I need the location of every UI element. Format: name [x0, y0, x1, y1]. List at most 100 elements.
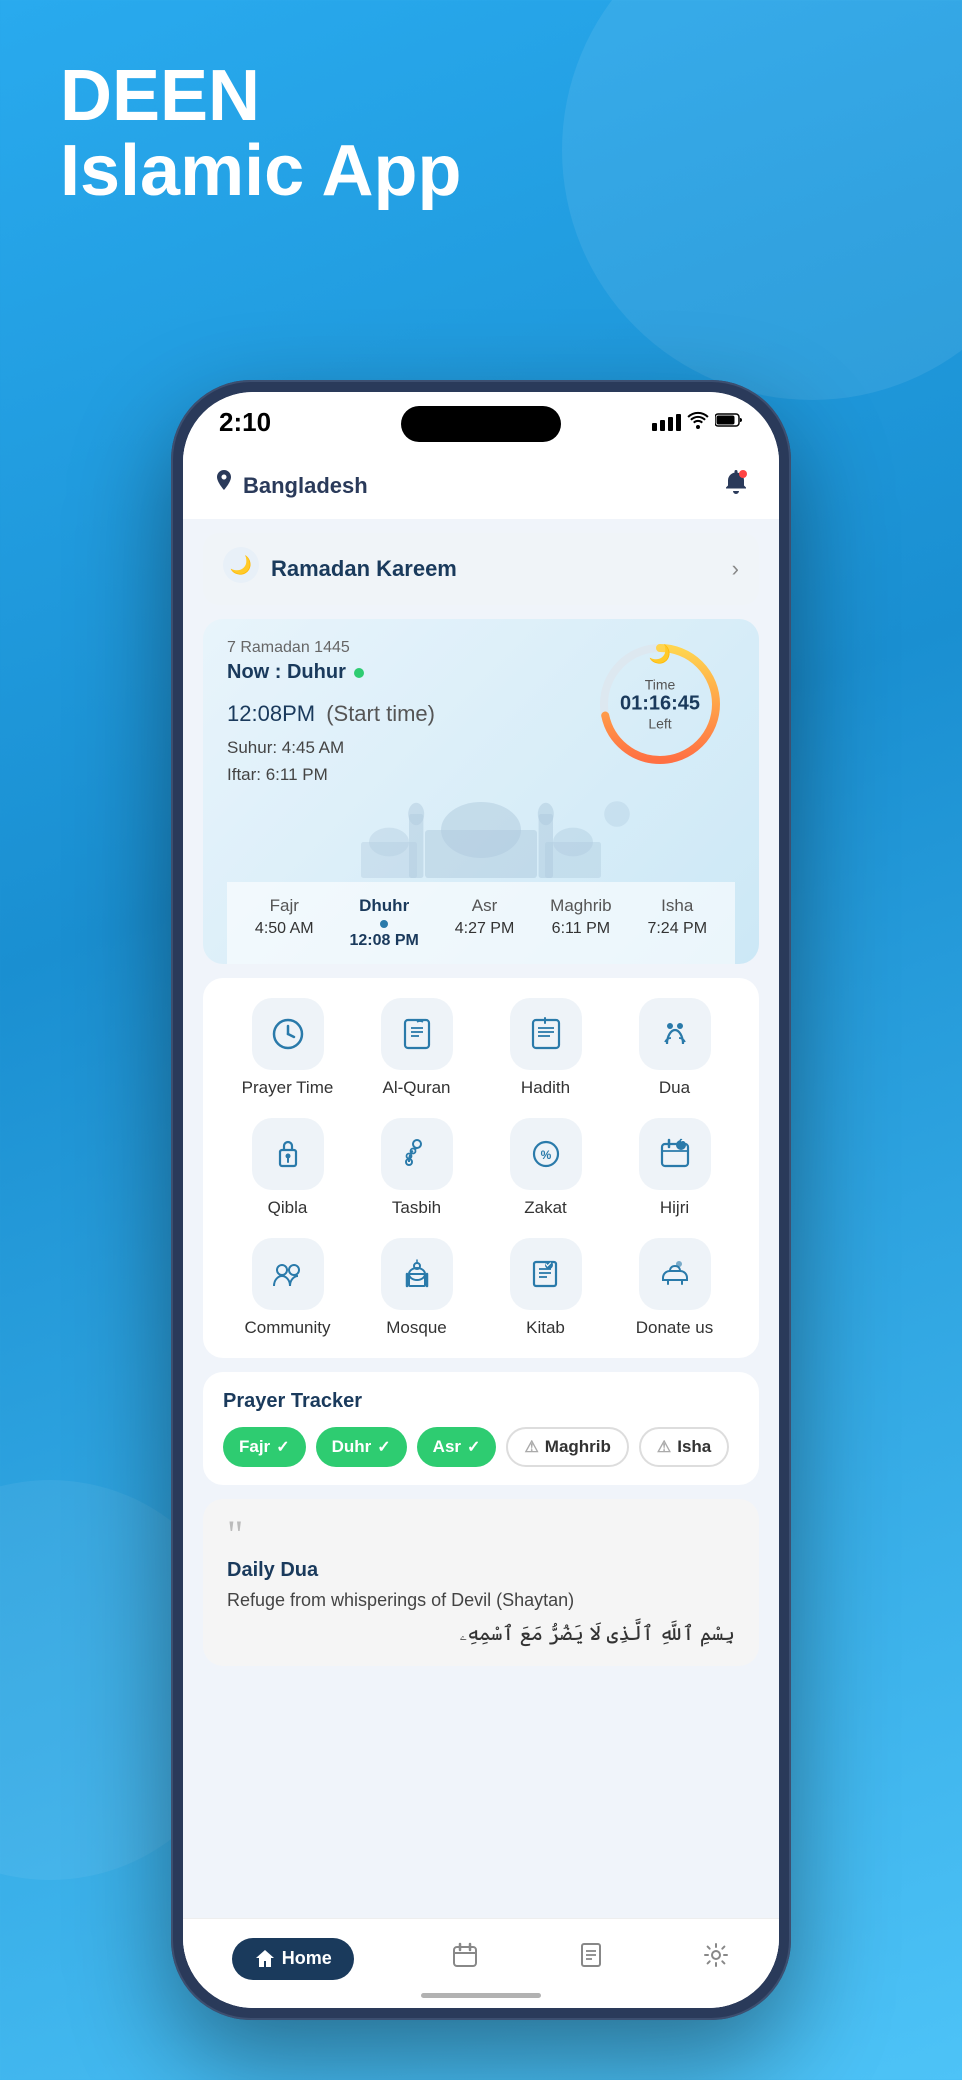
maghrib-exclaim-icon: ⚠: [524, 1437, 538, 1457]
tracker-pill-isha[interactable]: ⚠ Isha: [639, 1427, 729, 1467]
location-pin-icon: [213, 470, 235, 502]
icon-donate[interactable]: Donate us: [625, 1238, 725, 1338]
tracker-pill-asr[interactable]: Asr ✓: [417, 1427, 497, 1467]
icon-hadith[interactable]: Hadith: [496, 998, 596, 1098]
zakat-label: Zakat: [524, 1198, 567, 1218]
duhr-pill-label: Duhr: [332, 1437, 372, 1457]
home-indicator: [421, 1993, 541, 1998]
icon-al-quran[interactable]: Al-Quran: [367, 998, 467, 1098]
fajr-time: 4:50 AM: [255, 920, 314, 938]
countdown-time-label: Time: [620, 677, 700, 693]
bell-icon[interactable]: [723, 468, 749, 503]
prayer-time-value: 12:08: [227, 701, 282, 726]
now-label: Now : Duhur: [227, 661, 346, 684]
mosque-icon: [381, 1238, 453, 1310]
phone-container: 2:10: [171, 380, 791, 2020]
suhur-label: Suhur: 4:45 AM: [227, 734, 585, 761]
countdown-left-label: Left: [620, 716, 700, 732]
hadith-label: Hadith: [521, 1078, 570, 1098]
donate-label: Donate us: [636, 1318, 714, 1338]
countdown-area: 🌙 Time 01:16:45 Left: [585, 639, 735, 769]
settings-nav-icon: [702, 1941, 730, 1976]
countdown-time-value: 01:16:45: [620, 693, 700, 716]
icon-dua[interactable]: Dua: [625, 998, 725, 1098]
status-icons: [652, 411, 743, 434]
iftar-label: Iftar: 6:11 PM: [227, 761, 585, 788]
prayer-col-maghrib[interactable]: Maghrib 6:11 PM: [550, 896, 611, 950]
duhr-check-icon: ✓: [377, 1437, 390, 1457]
phone-outer: 2:10: [171, 380, 791, 2020]
battery-icon: [715, 412, 743, 433]
signal-icon: [652, 414, 681, 431]
prayer-period: PM: [282, 701, 315, 726]
phone-inner: 2:10: [183, 392, 779, 2008]
icon-kitab[interactable]: Kitab: [496, 1238, 596, 1338]
icon-qibla[interactable]: Qibla: [238, 1118, 338, 1218]
al-quran-label: Al-Quran: [382, 1078, 450, 1098]
isha-pill-label: Isha: [677, 1437, 711, 1457]
donate-icon: [639, 1238, 711, 1310]
kitab-icon: [510, 1238, 582, 1310]
maghrib-pill-label: Maghrib: [545, 1437, 611, 1457]
community-icon: [252, 1238, 324, 1310]
maghrib-name: Maghrib: [550, 896, 611, 916]
home-nav-label: Home: [282, 1948, 332, 1969]
hijri-label: Hijri: [660, 1198, 689, 1218]
nav-calendar[interactable]: [451, 1941, 479, 1976]
isha-time: 7:24 PM: [647, 920, 707, 938]
svg-text:%: %: [540, 1148, 551, 1162]
fajr-pill-label: Fajr: [239, 1437, 270, 1457]
dhuhr-time: 12:08 PM: [349, 932, 418, 950]
nav-quran[interactable]: [577, 1941, 605, 1976]
mosque-silhouette: [227, 798, 735, 878]
icon-community[interactable]: Community: [238, 1238, 338, 1338]
tracker-pill-maghrib[interactable]: ⚠ Maghrib: [506, 1427, 628, 1467]
isha-exclaim-icon: ⚠: [657, 1437, 671, 1457]
qibla-label: Qibla: [268, 1198, 308, 1218]
app-header: Bangladesh: [183, 452, 779, 519]
ramadan-left: 🌙 Ramadan Kareem: [223, 547, 457, 591]
location-area: Bangladesh: [213, 470, 368, 502]
tracker-pills: Fajr ✓ Duhr ✓ Asr ✓ ⚠ Ma: [223, 1427, 739, 1467]
prayer-col-asr[interactable]: Asr 4:27 PM: [455, 896, 515, 950]
tasbih-icon: [381, 1118, 453, 1190]
icon-hijri[interactable]: Hijri: [625, 1118, 725, 1218]
icon-mosque[interactable]: Mosque: [367, 1238, 467, 1338]
icon-zakat[interactable]: % Zakat: [496, 1118, 596, 1218]
ramadan-banner[interactable]: 🌙 Ramadan Kareem ›: [203, 533, 759, 605]
hadith-icon: [510, 998, 582, 1070]
nav-home-button[interactable]: Home: [232, 1938, 354, 1980]
start-time-label: (Start time): [326, 701, 435, 726]
status-bar: 2:10: [183, 392, 779, 452]
prayer-col-fajr[interactable]: Fajr 4:50 AM: [255, 896, 314, 950]
icon-prayer-time[interactable]: Prayer Time: [238, 998, 338, 1098]
community-label: Community: [245, 1318, 331, 1338]
prayer-times-row: Fajr 4:50 AM Dhuhr 12:08 PM Asr 4:27 PM: [227, 882, 735, 964]
icon-row-3: Community: [223, 1238, 739, 1338]
prayer-col-isha[interactable]: Isha 7:24 PM: [647, 896, 707, 950]
location-text: Bangladesh: [243, 473, 368, 499]
icon-tasbih[interactable]: Tasbih: [367, 1118, 467, 1218]
prayer-time-display: 12:08PM (Start time): [227, 688, 585, 728]
isha-name: Isha: [661, 896, 693, 916]
ramadan-mosque-icon: 🌙: [223, 547, 259, 591]
bg-decoration-circle-1: [562, 0, 962, 400]
icon-row-2: Qibla: [223, 1118, 739, 1218]
maghrib-time: 6:11 PM: [552, 920, 610, 938]
dua-label: Dua: [659, 1078, 690, 1098]
calendar-nav-icon: [451, 1941, 479, 1976]
tracker-pill-fajr[interactable]: Fajr ✓: [223, 1427, 306, 1467]
dua-title: Daily Dua: [227, 1559, 735, 1582]
prayer-col-dhuhr[interactable]: Dhuhr 12:08 PM: [349, 896, 418, 950]
asr-pill-label: Asr: [433, 1437, 461, 1457]
tracker-title: Prayer Tracker: [223, 1390, 739, 1413]
app-content: Bangladesh: [183, 452, 779, 2008]
prayer-time-icon: [252, 998, 324, 1070]
prayer-card: 7 Ramadan 1445 Now : Duhur 12:08PM (Star…: [203, 619, 759, 964]
active-indicator: [354, 668, 364, 678]
hijri-date: 7 Ramadan 1445: [227, 639, 585, 657]
app-title-line2: Islamic App: [60, 132, 461, 211]
tracker-pill-duhr[interactable]: Duhr ✓: [316, 1427, 407, 1467]
countdown-inner: Time 01:16:45 Left: [620, 677, 700, 732]
nav-settings[interactable]: [702, 1941, 730, 1976]
